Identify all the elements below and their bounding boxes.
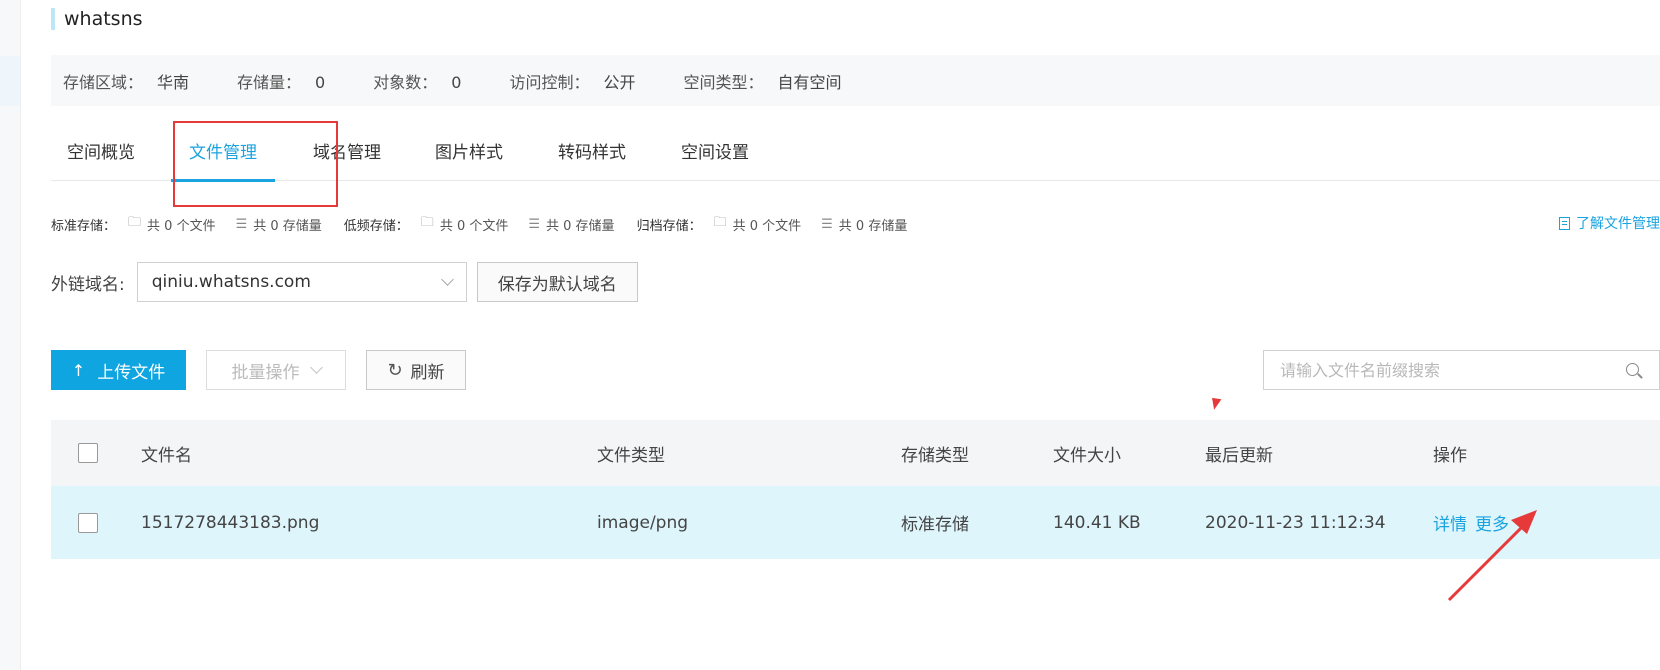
table-row[interactable]: 1517278443183.png image/png 标准存储 140.41 … [51, 486, 1660, 559]
sidebar-active-item[interactable] [0, 56, 20, 106]
detail-link[interactable]: 详情 [1433, 510, 1467, 535]
folder-icon: 🗀 [420, 215, 434, 230]
header-file-name: 文件名 [141, 445, 192, 466]
info-access-control: 访问控制： 公开 [509, 72, 636, 92]
header-operations: 操作 [1433, 445, 1467, 466]
annotation-cursor-icon [1212, 396, 1223, 410]
row-file-size: 140.41 KB [1053, 512, 1141, 533]
folder-icon: 🗀 [713, 215, 727, 230]
upload-file-button[interactable]: ↑ 上传文件 [51, 350, 186, 390]
row-operations: 详情 更多 [1433, 486, 1517, 559]
learn-file-management-link[interactable]: 了解文件管理 [1559, 213, 1660, 233]
info-space-type: 空间类型： 自有空间 [683, 72, 842, 92]
chevron-down-icon [309, 361, 323, 374]
refresh-icon: ↻ [387, 359, 403, 381]
header-file-type: 文件类型 [597, 445, 665, 466]
more-link[interactable]: 更多 [1475, 510, 1509, 535]
tab-file-management[interactable]: 文件管理 [171, 125, 275, 182]
bucket-title: whatsns [51, 8, 143, 30]
sidebar-strip [0, 0, 21, 670]
batch-operations-button[interactable]: 批量操作 [206, 350, 346, 390]
list-icon: ☰ [235, 216, 248, 232]
header-last-updated: 最后更新 [1205, 445, 1273, 466]
select-all-checkbox[interactable] [78, 443, 98, 463]
tab-image-styles[interactable]: 图片样式 [435, 125, 503, 181]
document-icon [1559, 216, 1570, 230]
search-icon[interactable] [1626, 363, 1639, 376]
tab-space-overview[interactable]: 空间概览 [67, 125, 135, 181]
select-all-cell [78, 420, 98, 486]
tab-domain-management[interactable]: 域名管理 [313, 125, 381, 181]
info-region: 存储区域： 华南 [63, 72, 190, 92]
chevron-down-icon [440, 273, 454, 286]
row-select-cell [78, 486, 98, 559]
header-storage-type: 存储类型 [901, 445, 969, 466]
bucket-info-bar: 存储区域： 华南 存储量： 0 对象数： 0 访问控制： 公开 空间类型： 自有空间 [51, 55, 1660, 106]
infrequent-storage-stats: 低频存储： 🗀 共 0 个文件 ☰ 共 0 存储量 [343, 215, 615, 234]
row-file-name: 1517278443183.png [141, 512, 320, 533]
row-checkbox[interactable] [78, 512, 98, 533]
tab-bar: 空间概览 文件管理 域名管理 图片样式 转码样式 空间设置 [51, 125, 1660, 182]
tab-transcode-styles[interactable]: 转码样式 [558, 125, 626, 181]
list-icon: ☰ [821, 216, 833, 232]
row-storage-type: 标准存储 [901, 515, 969, 535]
arrow-up-icon: ↑ [71, 360, 86, 380]
domain-label: 外链域名: [51, 274, 125, 295]
folder-icon: 🗀 [128, 215, 142, 230]
storage-stats-row: 标准存储： 🗀 共 0 个文件 ☰ 共 0 存储量 低频存储： 🗀 共 0 个文件 ☰… [51, 214, 1660, 234]
bucket-name: whatsns [64, 8, 143, 30]
row-last-updated: 2020-11-23 11:12:34 [1205, 512, 1386, 533]
action-toolbar: ↑ 上传文件 批量操作 ↻ 刷新 [51, 350, 1660, 390]
info-object-count: 对象数： 0 [373, 72, 462, 92]
tab-space-settings[interactable]: 空间设置 [681, 125, 749, 181]
domain-select[interactable]: qiniu.whatsns.com [136, 262, 467, 302]
search-box [1263, 350, 1660, 390]
save-default-domain-button[interactable]: 保存为默认域名 [476, 262, 638, 302]
domain-select-value: qiniu.whatsns.com [151, 272, 311, 292]
row-file-type: image/png [597, 512, 689, 533]
domain-row: 外链域名: qiniu.whatsns.com 保存为默认域名 [51, 262, 638, 302]
info-storage-amount: 存储量： 0 [237, 72, 326, 92]
search-input[interactable] [1264, 351, 1604, 389]
header-file-size: 文件大小 [1053, 445, 1121, 466]
archive-storage-stats: 归档存储： 🗀 共 0 个文件 ☰ 共 0 存储量 [636, 215, 908, 234]
table-header: 文件名 文件类型 存储类型 文件大小 最后更新 操作 [51, 420, 1660, 486]
standard-storage-stats: 标准存储： 🗀 共 0 个文件 ☰ 共 0 存储量 [51, 215, 322, 234]
list-icon: ☰ [528, 216, 541, 232]
main-content: whatsns 存储区域： 华南 存储量： 0 对象数： 0 访问控制： 公开 空间类型… [51, 0, 1660, 670]
refresh-button[interactable]: ↻ 刷新 [366, 350, 466, 390]
file-table: 文件名 文件类型 存储类型 文件大小 最后更新 操作 1517278443183… [51, 420, 1660, 559]
title-accent-bar [51, 8, 55, 30]
